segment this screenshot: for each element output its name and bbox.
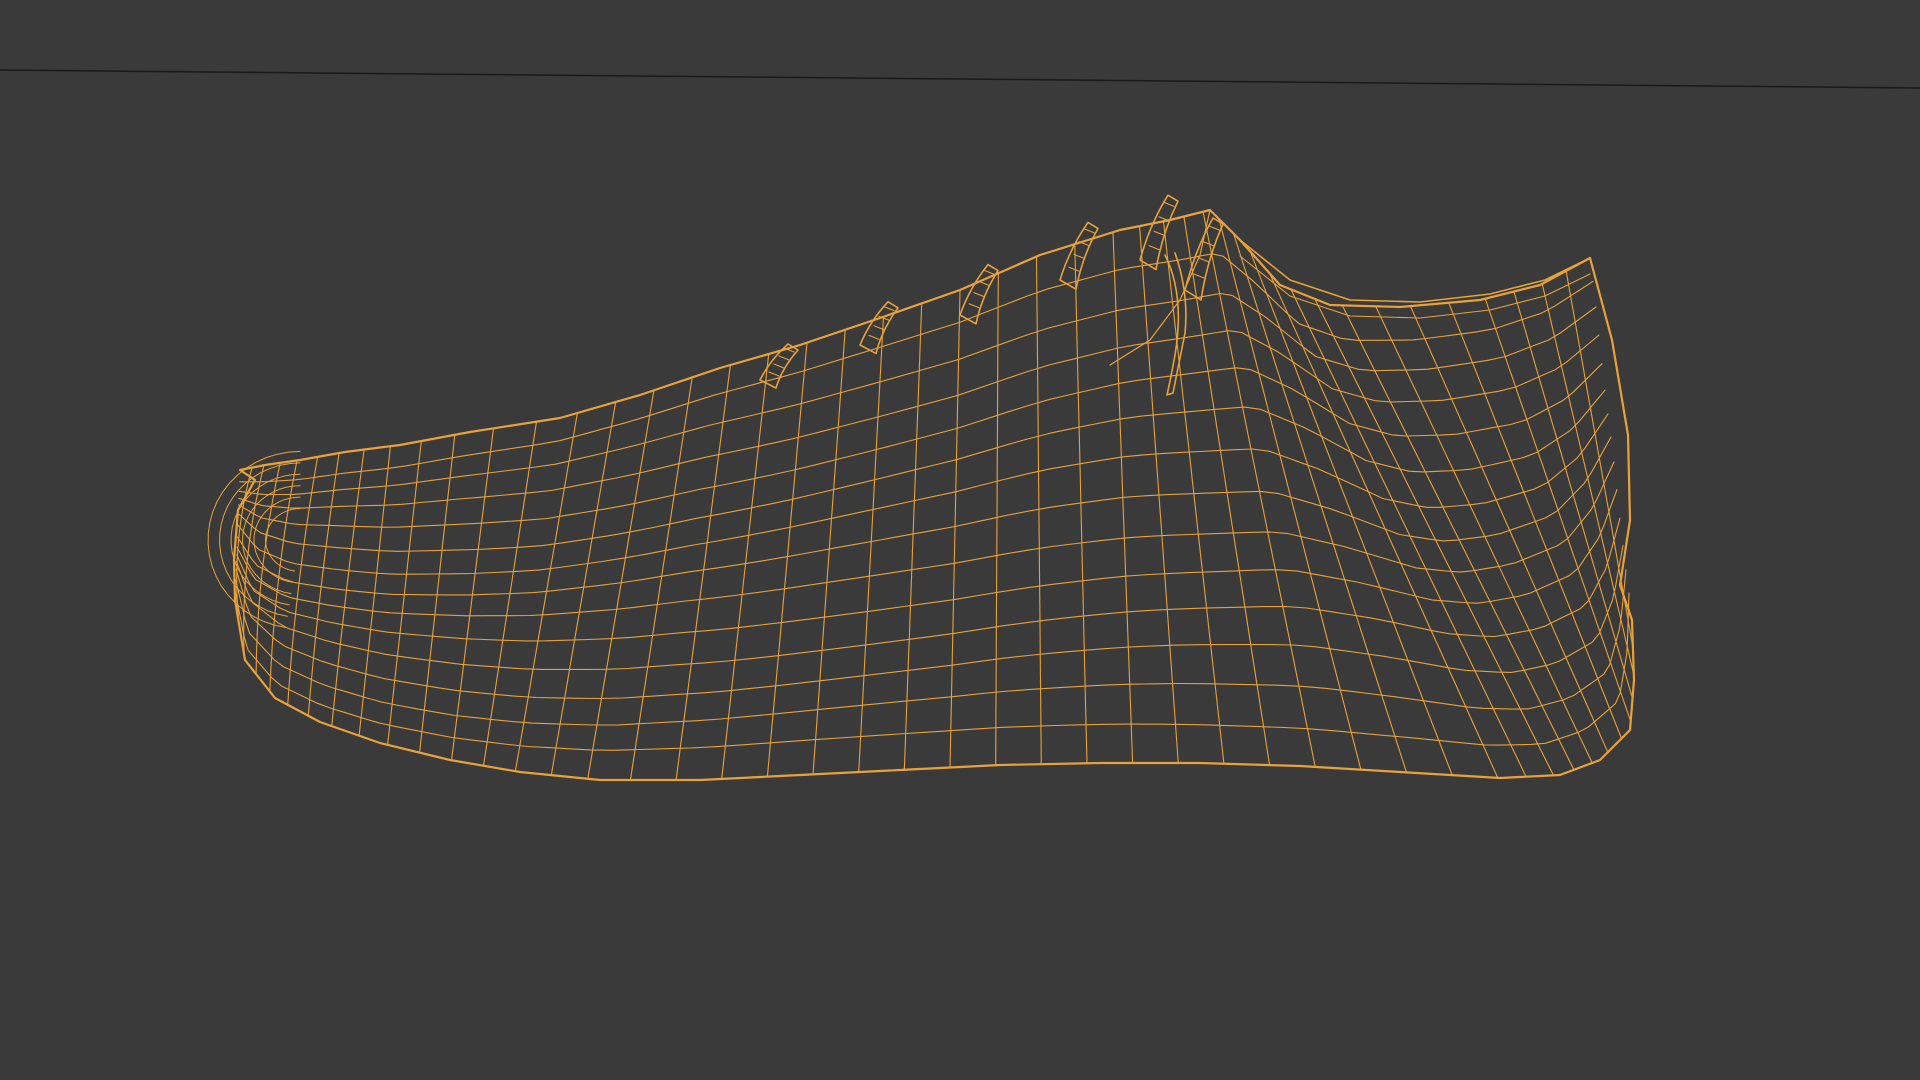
lace-loop bbox=[1139, 194, 1179, 271]
mesh-band bbox=[235, 569, 1627, 726]
mesh-ring bbox=[1232, 232, 1408, 773]
mesh-band bbox=[236, 436, 1612, 596]
mesh-band bbox=[237, 389, 1606, 552]
mesh-ring bbox=[331, 449, 365, 727]
mesh-ring bbox=[1375, 305, 1593, 764]
mesh-ring bbox=[629, 376, 693, 781]
lace-loop bbox=[859, 301, 899, 355]
mesh-ring bbox=[1314, 298, 1555, 776]
lace-loop bbox=[1059, 221, 1099, 290]
mesh-edges bbox=[207, 209, 1635, 781]
collar-inner-edge bbox=[1239, 255, 1591, 319]
mesh-band bbox=[236, 488, 1618, 642]
mesh-ring bbox=[358, 445, 391, 737]
mesh-ring bbox=[1448, 302, 1623, 740]
mesh-ring bbox=[387, 440, 422, 746]
mesh-ring bbox=[514, 412, 578, 772]
mesh-band bbox=[238, 363, 1603, 528]
mesh-ring bbox=[1409, 305, 1609, 753]
mesh-ring bbox=[1541, 283, 1635, 676]
mesh-ring bbox=[1341, 304, 1575, 771]
viewport-canvas[interactable] bbox=[0, 0, 1920, 1080]
shoelace-loops bbox=[759, 194, 1224, 396]
mesh-ring bbox=[419, 434, 456, 754]
shoe-wireframe-mesh[interactable] bbox=[207, 194, 1636, 782]
mesh-ring bbox=[995, 272, 999, 766]
mesh-band bbox=[234, 591, 1630, 751]
mesh-ring bbox=[1183, 215, 1271, 766]
mesh-band bbox=[238, 330, 1600, 509]
toe-cap-loop bbox=[253, 496, 301, 583]
3d-viewport[interactable] bbox=[0, 0, 1920, 1080]
lace-loop bbox=[959, 263, 999, 325]
mesh-ring bbox=[1290, 288, 1527, 778]
mesh-band bbox=[238, 292, 1597, 496]
horizon-line bbox=[0, 69, 1920, 89]
shoe-silhouette-outline bbox=[232, 208, 1636, 782]
mesh-ring bbox=[1218, 218, 1362, 771]
mesh-band bbox=[235, 544, 1624, 700]
mesh-ring bbox=[1035, 255, 1042, 765]
